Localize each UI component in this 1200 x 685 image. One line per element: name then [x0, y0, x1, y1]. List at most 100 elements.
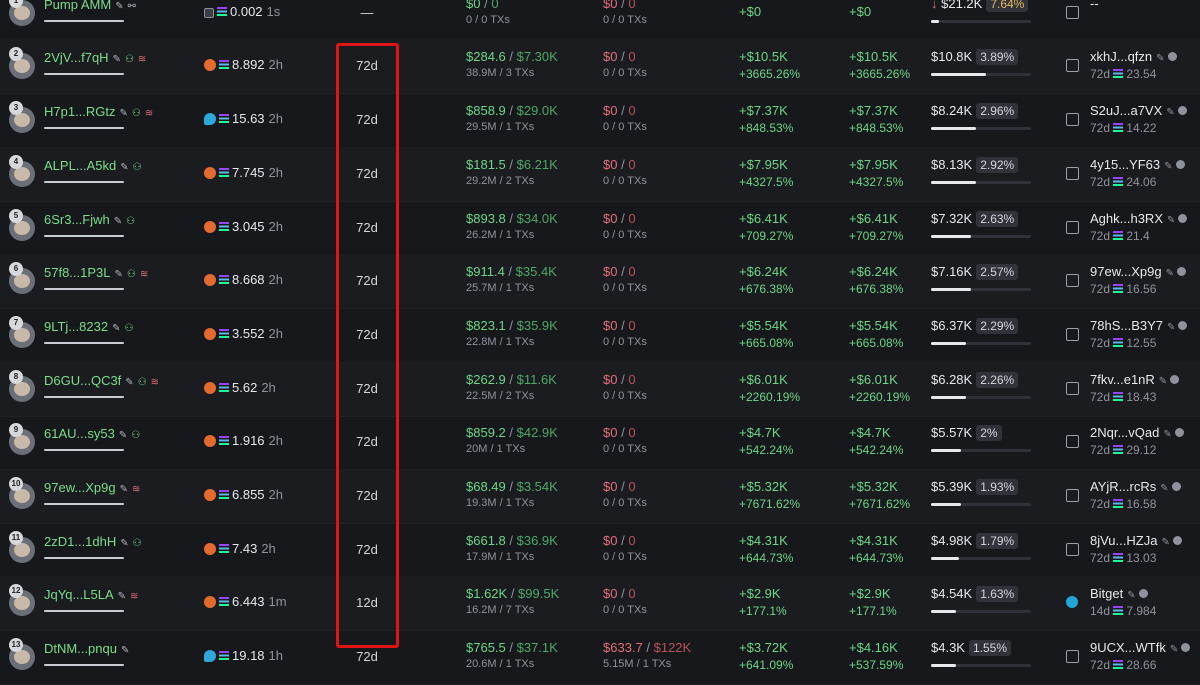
- funding-name[interactable]: Bitget: [1090, 586, 1123, 601]
- edit-icon[interactable]: ✎: [112, 323, 120, 334]
- funding-source[interactable]: 78hS...B3Y7 ✎: [1090, 318, 1188, 333]
- funding-name[interactable]: Aghk...h3RX: [1090, 211, 1163, 226]
- user-icon[interactable]: ⚇: [126, 216, 135, 227]
- funding-source[interactable]: 8jVu...HZJa ✎: [1090, 533, 1182, 548]
- info-icon[interactable]: [1174, 428, 1184, 437]
- table-row[interactable]: 6 57f8...1P3L ✎ ⚇ ≋ 8.668 2h 72d $911.4 / $35.4K…: [0, 254, 1200, 309]
- edit-icon[interactable]: ✎: [1166, 268, 1174, 279]
- stack-icon[interactable]: ≋: [145, 108, 153, 119]
- funding-source[interactable]: xkhJ...qfzn ✎: [1090, 49, 1177, 64]
- stack-icon[interactable]: ≋: [130, 591, 138, 602]
- trader-address[interactable]: 57f8...1P3L: [44, 265, 111, 280]
- funding-name[interactable]: AYjR...rcRs: [1090, 479, 1156, 494]
- trader-name[interactable]: 97ew...Xp9g ✎ ≋: [44, 480, 140, 495]
- info-icon[interactable]: [1177, 106, 1187, 115]
- trader-address[interactable]: 9LTj...8232: [44, 319, 108, 334]
- wallet-icon[interactable]: [1066, 221, 1079, 234]
- edit-icon[interactable]: ✎: [1159, 376, 1167, 387]
- edit-icon[interactable]: ✎: [1160, 483, 1168, 494]
- table-row[interactable]: 7 9LTj...8232 ✎ ⚇ 3.552 2h 72d $823.1 / $35.9K 2…: [0, 308, 1200, 363]
- funding-name[interactable]: 8jVu...HZJa: [1090, 533, 1157, 548]
- trader-address[interactable]: 61AU...sy53: [44, 426, 115, 441]
- trader-name[interactable]: 9LTj...8232 ✎ ⚇: [44, 319, 133, 334]
- info-icon[interactable]: [1138, 589, 1148, 598]
- stack-icon[interactable]: ≋: [132, 484, 140, 495]
- edit-icon[interactable]: ✎: [120, 108, 128, 119]
- trader-address[interactable]: ALPL...A5kd: [44, 158, 116, 173]
- trader-name[interactable]: 6Sr3...Fjwh ✎ ⚇: [44, 212, 135, 227]
- table-row[interactable]: 4 ALPL...A5kd ✎ ⚇ 7.745 2h 72d $181.5 / $6.21K 2…: [0, 147, 1200, 202]
- trader-name[interactable]: D6GU...QC3f ✎ ⚇ ≋: [44, 373, 159, 388]
- funding-source[interactable]: AYjR...rcRs ✎: [1090, 479, 1181, 494]
- funding-name[interactable]: 9UCX...WTfk: [1090, 640, 1166, 655]
- funding-name[interactable]: S2uJ...a7VX: [1090, 103, 1162, 118]
- user-icon[interactable]: ⚇: [131, 430, 140, 441]
- trader-name[interactable]: JqYq...L5LA ✎ ≋: [44, 587, 138, 602]
- funding-name[interactable]: 7fkv...e1nR: [1090, 372, 1155, 387]
- edit-icon[interactable]: ✎: [115, 1, 123, 12]
- user-icon[interactable]: ⚇: [138, 377, 147, 388]
- trader-name[interactable]: DtNM...pnqu ✎: [44, 641, 129, 656]
- user-icon[interactable]: ⚇: [125, 54, 134, 65]
- info-icon[interactable]: [1170, 375, 1180, 384]
- trader-address[interactable]: Pump AMM: [44, 0, 111, 12]
- info-icon[interactable]: [1176, 267, 1186, 276]
- trader-name[interactable]: 57f8...1P3L ✎ ⚇ ≋: [44, 265, 148, 280]
- wallet-icon[interactable]: [1066, 113, 1079, 126]
- edit-icon[interactable]: ✎: [1164, 161, 1172, 172]
- wallet-icon[interactable]: [1066, 543, 1079, 556]
- user-icon[interactable]: ⚇: [133, 162, 142, 173]
- wallet-icon[interactable]: [1066, 59, 1079, 72]
- bitget-icon[interactable]: [1066, 596, 1078, 608]
- edit-icon[interactable]: ✎: [125, 377, 133, 388]
- table-row[interactable]: 11 2zD1...1dhH ✎ ⚇ 7.43 2h 72d $661.8 / $36.9K 1…: [0, 523, 1200, 578]
- link-icon[interactable]: ⚯: [128, 1, 136, 12]
- info-icon[interactable]: [1181, 643, 1191, 652]
- edit-icon[interactable]: ✎: [115, 269, 123, 280]
- info-icon[interactable]: [1175, 160, 1185, 169]
- wallet-icon[interactable]: [1066, 167, 1079, 180]
- trader-address[interactable]: 2VjV...f7qH: [44, 50, 109, 65]
- user-icon[interactable]: ⚇: [127, 269, 136, 280]
- edit-icon[interactable]: ✎: [114, 216, 122, 227]
- wallet-icon[interactable]: [1066, 274, 1079, 287]
- wallet-icon[interactable]: [1066, 328, 1079, 341]
- edit-icon[interactable]: ✎: [119, 430, 127, 441]
- trader-name[interactable]: Pump AMM ✎ ⚯: [44, 0, 136, 12]
- funding-source[interactable]: 4y15...YF63 ✎: [1090, 157, 1185, 172]
- info-icon[interactable]: [1167, 52, 1177, 61]
- table-row[interactable]: 9 61AU...sy53 ✎ ⚇ 1.916 2h 72d $859.2 / $42.9K 2…: [0, 415, 1200, 470]
- edit-icon[interactable]: ✎: [1166, 107, 1174, 118]
- table-row[interactable]: 2 2VjV...f7qH ✎ ⚇ ≋ 8.892 2h 72d $284.6 / $7.30K…: [0, 39, 1200, 94]
- trader-name[interactable]: ALPL...A5kd ✎ ⚇: [44, 158, 142, 173]
- wallet-icon[interactable]: [1066, 435, 1079, 448]
- trader-address[interactable]: H7p1...RGtz: [44, 104, 116, 119]
- user-icon[interactable]: ⚇: [133, 538, 142, 549]
- edit-icon[interactable]: ✎: [1167, 322, 1175, 333]
- trader-address[interactable]: DtNM...pnqu: [44, 641, 117, 656]
- funding-name[interactable]: 2Nqr...vQad: [1090, 425, 1159, 440]
- wallet-icon[interactable]: [1066, 382, 1079, 395]
- funding-source[interactable]: Aghk...h3RX ✎: [1090, 211, 1188, 226]
- table-row[interactable]: 5 6Sr3...Fjwh ✎ ⚇ 3.045 2h 72d $893.8 / $34.0K 2…: [0, 201, 1200, 256]
- stack-icon[interactable]: ≋: [151, 377, 159, 388]
- wallet-icon[interactable]: [1066, 489, 1079, 502]
- funding-source[interactable]: 7fkv...e1nR ✎: [1090, 372, 1180, 387]
- table-row[interactable]: 8 D6GU...QC3f ✎ ⚇ ≋ 5.62 2h 72d $262.9 / $11.6K 2…: [0, 362, 1200, 417]
- trader-name[interactable]: 2VjV...f7qH ✎ ⚇ ≋: [44, 50, 146, 65]
- edit-icon[interactable]: ✎: [113, 54, 121, 65]
- user-icon[interactable]: ⚇: [132, 108, 141, 119]
- trader-address[interactable]: D6GU...QC3f: [44, 373, 121, 388]
- trader-name[interactable]: 2zD1...1dhH ✎ ⚇: [44, 534, 142, 549]
- funding-source[interactable]: S2uJ...a7VX ✎: [1090, 103, 1187, 118]
- user-icon[interactable]: ⚇: [124, 323, 133, 334]
- info-icon[interactable]: [1172, 536, 1182, 545]
- funding-name[interactable]: 97ew...Xp9g: [1090, 264, 1162, 279]
- edit-icon[interactable]: ✎: [120, 538, 128, 549]
- table-row[interactable]: 1 Pump AMM ✎ ⚯ 0.002 1s — $0 / 00 / 0 TXs $0 / 0…: [0, 0, 1200, 41]
- table-row[interactable]: 10 97ew...Xp9g ✎ ≋ 6.855 2h 72d $68.49 / $3.54K…: [0, 469, 1200, 524]
- funding-source[interactable]: Bitget ✎: [1090, 586, 1148, 601]
- edit-icon[interactable]: ✎: [1163, 429, 1171, 440]
- wallet-icon[interactable]: [1066, 650, 1079, 663]
- funding-name[interactable]: 4y15...YF63: [1090, 157, 1160, 172]
